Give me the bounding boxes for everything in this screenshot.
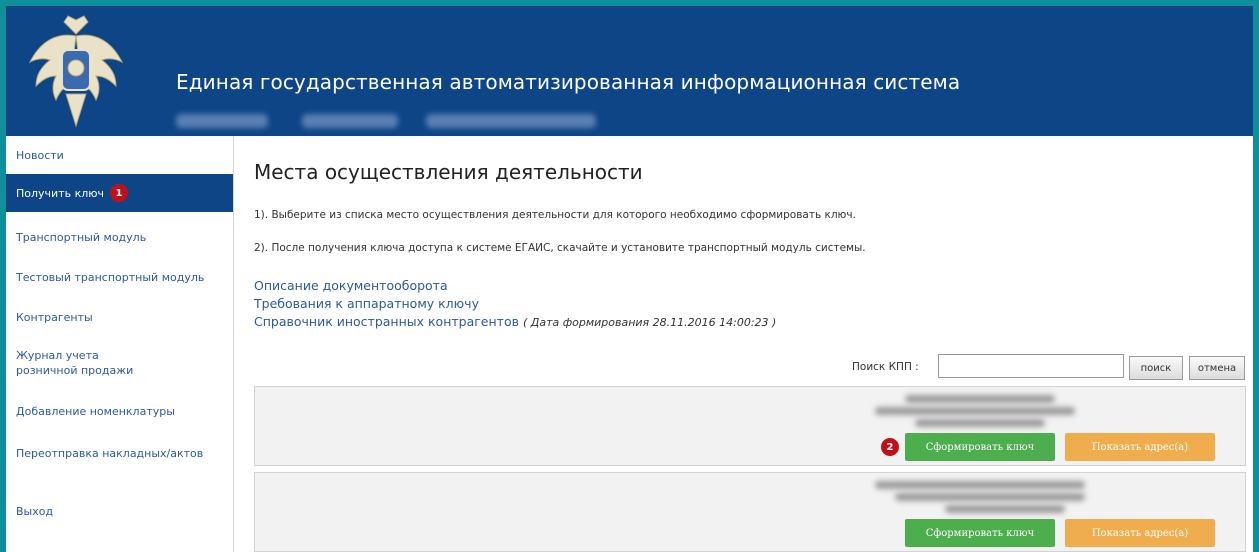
sidebar-item-retail-journal[interactable]: Журнал учета розничной продажи	[6, 348, 156, 378]
sidebar-item-label: Добавление номенклатуры	[16, 405, 175, 418]
instruction-step-2: 2). После получения ключа доступа к сист…	[254, 242, 866, 254]
sidebar-item-label: Тестовый транспортный модуль	[16, 271, 205, 284]
sidebar-item-counterparties[interactable]: Контрагенты	[6, 310, 233, 325]
blurred-address-text	[945, 505, 1065, 513]
header-blurred-text	[426, 114, 596, 128]
generation-date-note: ( Дата формирования 28.11.2016 14:00:23 …	[522, 316, 777, 329]
blurred-address-text	[915, 419, 1045, 427]
sidebar-item-label: Выход	[16, 505, 54, 518]
link-document-flow[interactable]: Описание документооборота	[254, 278, 448, 293]
search-button[interactable]: поиск	[1129, 356, 1183, 380]
generate-key-button[interactable]: Сформировать ключ	[905, 519, 1055, 547]
activity-place-card: Сформировать ключ Показать адрес(а)	[254, 472, 1246, 552]
sidebar-nav: Новости Получить ключ 1 Транспортный мод…	[6, 136, 234, 552]
sidebar-item-news[interactable]: Новости	[6, 148, 233, 163]
show-address-button[interactable]: Показать адрес(а)	[1065, 519, 1215, 547]
blurred-address-text	[875, 407, 1075, 415]
sidebar-item-add-nomenclature[interactable]: Добавление номенклатуры	[6, 404, 233, 419]
sidebar-item-get-key[interactable]: Получить ключ 1	[6, 174, 233, 212]
kpp-search-label: Поиск КПП :	[852, 361, 919, 373]
sidebar-item-label: Получить ключ	[16, 186, 105, 200]
instruction-step-1: 1). Выберите из списка место осуществлен…	[254, 209, 856, 221]
main-content: Места осуществления деятельности 1). Выб…	[234, 136, 1253, 552]
show-address-button[interactable]: Показать адрес(а)	[1065, 433, 1215, 461]
sidebar-item-label: Новости	[16, 149, 64, 162]
activity-place-card: 2 Сформировать ключ Показать адрес(а)	[254, 386, 1246, 466]
sidebar-item-resend-invoices[interactable]: Переотправка накладных/актов	[6, 446, 233, 461]
blurred-address-text	[895, 493, 1085, 501]
sidebar-item-transport-module[interactable]: Транспортный модуль	[6, 230, 233, 245]
eagle-emblem-icon	[28, 15, 124, 128]
header-blurred-text	[176, 114, 268, 128]
kpp-search-input[interactable]	[938, 354, 1124, 378]
site-header: Единая государственная автоматизированна…	[6, 6, 1253, 136]
system-title: Единая государственная автоматизированна…	[176, 70, 961, 94]
header-blurred-text	[302, 114, 398, 128]
sidebar-item-label: Журнал учета розничной продажи	[16, 349, 134, 377]
generate-key-button[interactable]: Сформировать ключ	[905, 433, 1055, 461]
link-foreign-counterparties[interactable]: Справочник иностранных контрагентов ( Да…	[254, 314, 776, 329]
blurred-address-text	[875, 481, 1085, 489]
step-badge: 1	[110, 184, 129, 202]
sidebar-item-logout[interactable]: Выход	[6, 504, 233, 519]
foreign-counterparties-label: Справочник иностранных контрагентов	[254, 314, 519, 329]
cancel-button[interactable]: отмена	[1189, 356, 1245, 380]
page-title: Места осуществления деятельности	[254, 160, 643, 184]
link-hardware-key-requirements[interactable]: Требования к аппаратному ключу	[254, 296, 479, 311]
sidebar-item-label: Транспортный модуль	[16, 231, 147, 244]
sidebar-item-label: Переотправка накладных/актов	[16, 447, 204, 460]
step-badge: 2	[881, 438, 899, 456]
sidebar-item-label: Контрагенты	[16, 311, 93, 324]
sidebar-item-test-transport-module[interactable]: Тестовый транспортный модуль	[6, 270, 233, 285]
blurred-address-text	[905, 395, 1055, 403]
